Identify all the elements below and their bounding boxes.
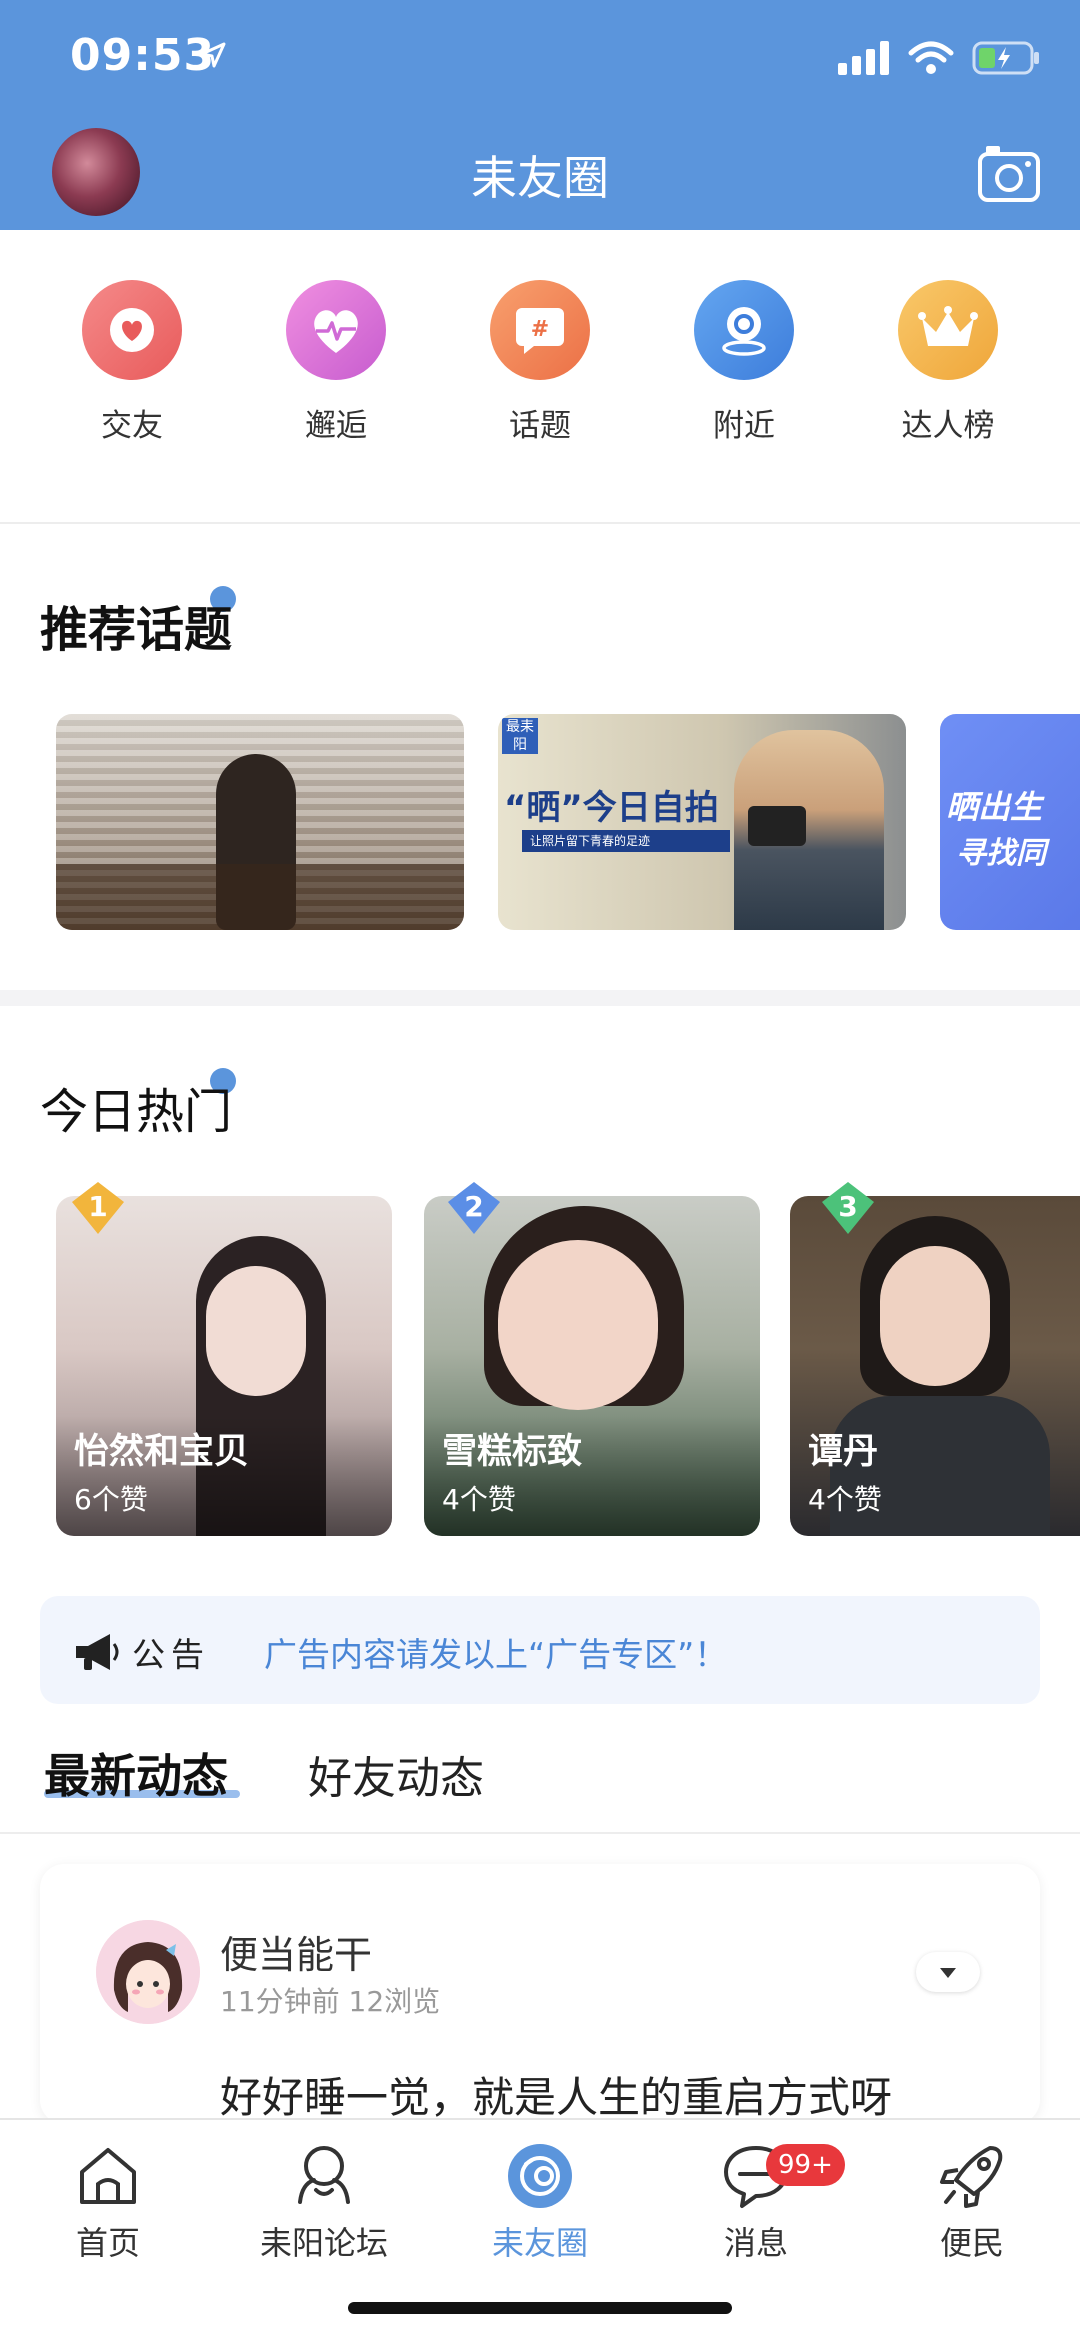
post-card[interactable]: 便当能干 11分钟前 12浏览 好好睡一觉，就是人生的重启方式呀 xyxy=(40,1864,1040,2124)
page-title: 耒友圈 xyxy=(471,151,609,205)
face-shape xyxy=(498,1240,658,1410)
hot-title: 今日热门 xyxy=(40,1084,233,1140)
location-arrow-icon xyxy=(200,42,226,68)
sill-shade xyxy=(56,864,464,930)
post-meta: 11分钟前 12浏览 xyxy=(220,1985,441,2018)
forum-icon xyxy=(298,2146,350,2204)
tab-latest[interactable]: 最新动态 xyxy=(44,1740,228,1806)
circle-icon xyxy=(508,2144,572,2208)
hot-card-3[interactable]: 谭丹 4个赞 xyxy=(790,1196,1080,1536)
wifi-icon xyxy=(908,41,954,74)
topic-card-selfie[interactable]: 最耒阳 “晒”今日自拍 让照片留下青春的足迹 xyxy=(498,714,906,930)
quick-label: 达人榜 xyxy=(901,408,995,444)
tabbar-item-services[interactable]: 便民 xyxy=(864,2140,1080,2264)
camera-icon[interactable] xyxy=(976,140,1042,206)
rank-number: 2 xyxy=(464,1190,484,1223)
tabbar-label: 消息 xyxy=(723,2224,788,2262)
face-shape xyxy=(206,1266,306,1396)
message-badge: 99+ xyxy=(766,2144,845,2186)
rocket-icon xyxy=(940,2146,1003,2208)
tabbar-label: 首页 xyxy=(75,2224,140,2262)
notice-bar[interactable]: 公告 广告内容请发以上“广告专区”！ xyxy=(40,1596,1040,1704)
quick-label: 邂逅 xyxy=(305,408,367,444)
cartoon-girl-icon xyxy=(96,1920,200,2024)
status-icons xyxy=(838,38,1040,78)
quick-label: 附近 xyxy=(713,408,775,444)
post-menu-button[interactable] xyxy=(916,1952,980,1992)
tabbar-item-forum[interactable]: 耒阳论坛 xyxy=(216,2140,432,2264)
heart-icon xyxy=(82,280,182,380)
megaphone-icon xyxy=(76,1634,119,1670)
topic-card-title: “晒”今日自拍 xyxy=(504,788,719,828)
post-avatar[interactable] xyxy=(96,1920,200,2024)
home-indicator xyxy=(348,2302,732,2314)
camera-shape xyxy=(748,806,806,846)
divider xyxy=(0,1832,1080,1834)
quick-item-nearby[interactable]: 附近 xyxy=(642,280,846,480)
tabbar-label: 便民 xyxy=(939,2224,1004,2262)
tabbar-label: 耒友圈 xyxy=(491,2224,588,2262)
recommend-title: 推荐话题 xyxy=(40,602,233,658)
hot-name: 怡然和宝贝 xyxy=(74,1432,250,1472)
hot-name: 雪糕标致 xyxy=(442,1432,583,1472)
hot-card-1[interactable]: 怡然和宝贝 6个赞 xyxy=(56,1196,392,1536)
signal-icon xyxy=(838,41,889,75)
location-icon xyxy=(694,280,794,380)
notice-label: 公告 xyxy=(132,1635,210,1674)
topic-card-subtitle: 让照片留下青春的足迹 xyxy=(522,830,730,852)
topic-card-1[interactable] xyxy=(56,714,464,930)
chevron-down-icon xyxy=(940,1968,956,1978)
quick-item-make-friends[interactable]: 交友 xyxy=(30,280,234,480)
topic-tag: 最耒阳 xyxy=(502,718,538,754)
quick-label: 话题 xyxy=(509,408,571,444)
battery-icon xyxy=(972,41,1039,75)
divider xyxy=(0,522,1080,524)
quick-item-leaderboard[interactable]: 达人榜 xyxy=(846,280,1050,480)
notice-text: 广告内容请发以上“广告专区”！ xyxy=(264,1635,728,1674)
topic-card-3-title: 晒出生 xyxy=(946,788,1043,826)
tabbar-item-home[interactable]: 首页 xyxy=(0,2140,216,2264)
tabbar-label: 耒阳论坛 xyxy=(259,2224,388,2262)
hot-likes: 4个赞 xyxy=(808,1483,882,1516)
quick-item-topics[interactable]: # 话题 xyxy=(438,280,642,480)
hashtag-icon: # xyxy=(490,280,590,380)
quick-menu: 交友 邂逅 # 话题 附近 达人榜 xyxy=(0,280,1080,480)
post-username[interactable]: 便当能干 xyxy=(220,1924,372,1979)
face-shape xyxy=(880,1246,990,1386)
status-time: 09:53 xyxy=(70,30,216,81)
home-icon xyxy=(80,2148,136,2204)
heartbeat-icon xyxy=(286,280,386,380)
rank-number: 1 xyxy=(88,1190,108,1223)
tabbar-item-messages[interactable]: 消息 99+ xyxy=(648,2140,864,2264)
section-divider xyxy=(0,990,1080,1006)
hot-card-2[interactable]: 雪糕标致 4个赞 xyxy=(424,1196,760,1536)
post-text: 好好睡一觉，就是人生的重启方式呀 xyxy=(220,2073,893,2122)
svg-text:#: # xyxy=(531,317,549,342)
hot-name: 谭丹 xyxy=(808,1432,879,1472)
topic-card-3-sub: 寻找同 xyxy=(956,836,1046,871)
quick-label: 交友 xyxy=(101,408,163,444)
tabbar-item-circle[interactable]: 耒友圈 xyxy=(432,2140,648,2264)
crown-icon xyxy=(898,280,998,380)
tab-friends[interactable]: 好友动态 xyxy=(308,1742,484,1806)
rank-number: 3 xyxy=(838,1190,858,1223)
topic-card-3[interactable]: 晒出生 寻找同 xyxy=(940,714,1080,930)
hot-likes: 4个赞 xyxy=(442,1483,516,1516)
quick-item-encounter[interactable]: 邂逅 xyxy=(234,280,438,480)
top-header: 09:53 耒友圈 xyxy=(0,0,1080,230)
hot-likes: 6个赞 xyxy=(74,1483,148,1516)
